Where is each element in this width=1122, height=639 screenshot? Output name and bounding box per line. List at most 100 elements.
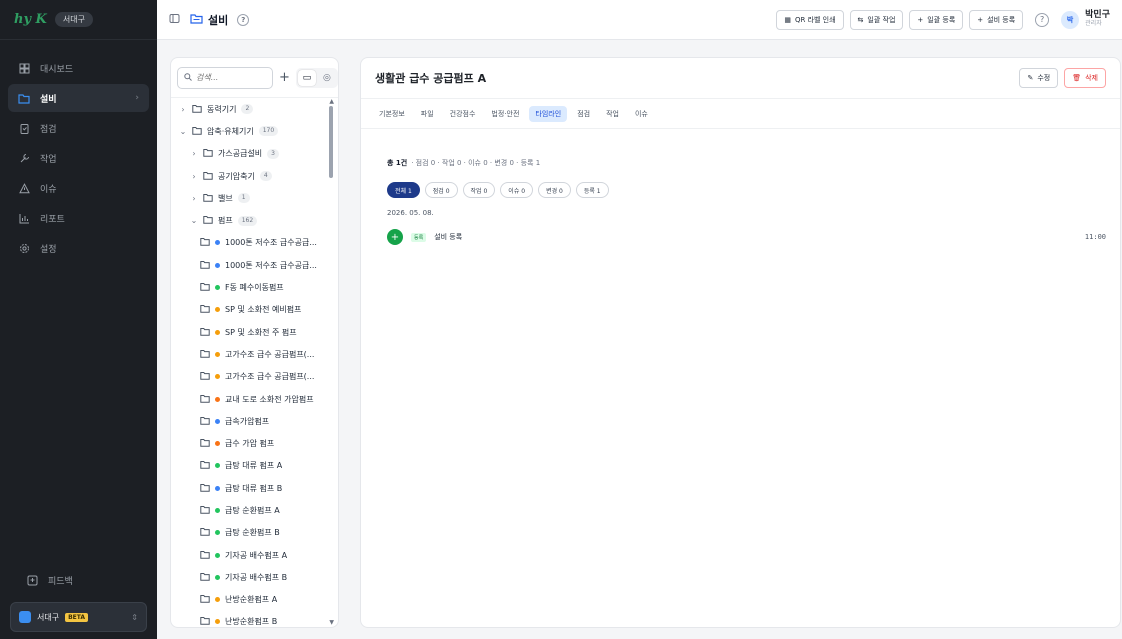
filter-chip[interactable]: 작업 0 [462,182,496,198]
count-badge: 170 [258,126,279,137]
bulk-work-button[interactable]: ⇆ 일괄 작업 [849,9,904,30]
org-chip[interactable]: 서대구 [54,12,93,27]
status-dot [215,441,220,447]
sidebar-item-0[interactable]: 대시보드 [8,54,149,82]
equipment-register-button[interactable]: + 설비 등록 [969,9,1024,30]
tab-3[interactable]: 법정·안전 [485,106,525,122]
status-dot [215,351,220,357]
tree-leaf-row[interactable]: 난방순환펌프 B [171,611,338,627]
qr-label-print-button[interactable]: ▦ QR 라벨 인쇄 [776,9,844,30]
edit-label: 수정 [1037,74,1051,82]
tab-4[interactable]: 타임라인 [529,105,568,122]
edit-button[interactable]: ✎ 수정 [1019,68,1059,88]
tree-leaf-row[interactable]: 1000톤 저수조 급수공급... [171,232,338,254]
folder-icon [200,460,210,471]
scroll-up-icon[interactable]: ▲ [329,98,334,105]
search-box[interactable] [177,66,273,89]
folder-view-icon[interactable]: ▭ [297,69,316,86]
tab-1[interactable]: 파일 [415,106,440,122]
folder-icon [200,616,210,627]
sidebar-item-6[interactable]: 설정 [8,234,149,262]
tree-leaf-row[interactable]: SP 및 소화전 예비펌프 [171,299,338,321]
tree-group-row[interactable]: › 동력기기 2 [171,98,338,120]
bulk-register-button[interactable]: + 일괄 등록 [909,9,964,30]
chevron-updown-icon: ⇕ [131,612,138,622]
tree-leaf-row[interactable]: 기자공 배수펌프 A [171,544,338,566]
tree-leaf-row[interactable]: 급수 가압 펌프 [171,432,338,454]
count-badge: 3 [267,148,279,159]
tree-leaf-row[interactable]: 급탕 대류 펌프 B [171,477,338,499]
tree-leaf-row[interactable]: 급속가압펌프 [171,410,338,432]
chevron-down-icon[interactable]: ⌄ [179,127,187,136]
tab-5[interactable]: 점검 [571,106,596,122]
tree-group-row[interactable]: › 가스공급설비 3 [171,143,338,165]
bulk-work-label: 일괄 작업 [867,15,896,24]
timeline-event[interactable]: + 등록 설비 등록 11:00 [387,227,1120,247]
equipment-tree: ▲ ▼ › 동력기기 2 ⌄ 압축·유체기기 170 › 가스공급설비 3 › 공기압축기 4 › 밸브 1… [171,98,338,627]
tree-group-row[interactable]: › 공기압축기 4 [171,165,338,187]
tree-leaf-row[interactable]: 1000톤 저수조 급수공급... [171,254,338,276]
equipment-title: 생활관 급수 공급펌프 A [375,72,487,85]
chevron-right-icon[interactable]: › [190,172,198,181]
tree-leaf-row[interactable]: SP 및 소화전 주 펌프 [171,321,338,343]
sidebar-item-label: 대시보드 [40,64,74,75]
tree-group-row[interactable]: › 밸브 1 [171,187,338,209]
delete-button[interactable]: 🗑 삭제 [1064,68,1106,88]
sidebar-item-3[interactable]: 작업 [8,144,149,172]
tree-group-row[interactable]: ⌄ 펌프 162 [171,209,338,231]
avatar[interactable]: 박 [1061,10,1080,29]
filter-chip[interactable]: 변경 0 [538,182,571,198]
tab-7[interactable]: 이슈 [629,106,654,122]
tree-scrollbar[interactable]: ▲ ▼ [329,98,336,627]
sidebar-item-1[interactable]: 설비 › [8,84,149,112]
chevron-down-icon[interactable]: ⌄ [190,216,198,225]
chevron-right-icon[interactable]: › [190,149,198,158]
chevron-right-icon[interactable]: › [179,105,187,114]
app-logo[interactable]: hy K [14,12,47,27]
tree-leaf-row[interactable]: 급탕 순환펌프 A [171,499,338,521]
filter-chip[interactable]: 등록 1 [575,182,609,198]
tree-leaf-row[interactable]: 고가수조 급수 공급펌프(... [171,343,338,365]
sidebar: hy K 서대구 대시보드설비 › 점검작업이슈리포트 설정 피드백 서대구 BETA… [0,0,157,639]
sidebar-toggle-icon[interactable] [169,13,180,27]
feedback-icon [26,574,38,586]
tree-leaf-row[interactable]: 급탕 순환펌프 B [171,522,338,544]
event-time: 11:00 [1084,233,1106,241]
filter-chip[interactable]: 점검 0 [424,182,458,198]
tab-0[interactable]: 기본정보 [373,106,411,122]
search-input[interactable] [196,73,266,82]
sidebar-item-5[interactable]: 리포트 [8,204,149,232]
count-badge: 1 [237,193,250,204]
folder-icon [200,394,210,405]
scroll-thumb[interactable] [329,106,333,178]
tree-leaf-row[interactable]: 급탕 대류 펌프 A [171,455,338,477]
tree-leaf-row[interactable]: 기자공 배수펌프 B [171,566,338,588]
help-icon[interactable]: ? [237,13,250,26]
tree-leaf-label: 1000톤 저수조 급수공급... [225,238,317,248]
tree-group-row[interactable]: ⌄ 압축·유체기기 170 [171,120,338,142]
tree-leaf-row[interactable]: 고가수조 급수 공급펌프(... [171,366,338,388]
beta-badge: BETA [65,612,89,622]
user-info[interactable]: 박민구 관리자 [1085,10,1110,27]
filter-chip[interactable]: 전체 1 [387,182,420,198]
tree-leaf-row[interactable]: F동 폐수이동펌프 [171,276,338,298]
add-icon[interactable]: + [279,70,290,85]
filter-chip[interactable]: 이슈 0 [500,182,534,198]
help-icon[interactable]: ? [1035,12,1050,27]
feedback-link[interactable]: 피드백 [16,566,141,594]
sidebar-item-4[interactable]: 이슈 [8,174,149,202]
tab-2[interactable]: 건강점수 [444,106,482,122]
sidebar-item-label: 이슈 [40,184,57,195]
pencil-icon: ✎ [1027,74,1034,82]
org-switcher[interactable]: 서대구 BETA ⇕ [10,602,147,632]
tree-leaf-row[interactable]: 교내 도로 소화전 가압펌프 [171,388,338,410]
location-view-icon[interactable]: ◎ [318,70,336,86]
chevron-right-icon[interactable]: › [190,194,198,203]
folder-icon [200,550,210,561]
folder-icon [200,237,210,248]
scroll-down-icon[interactable]: ▼ [329,619,334,626]
tree-leaf-row[interactable]: 난방순환펌프 A [171,589,338,611]
sidebar-item-label: 점검 [40,124,57,135]
tab-6[interactable]: 작업 [600,106,625,122]
sidebar-item-2[interactable]: 점검 [8,114,149,142]
